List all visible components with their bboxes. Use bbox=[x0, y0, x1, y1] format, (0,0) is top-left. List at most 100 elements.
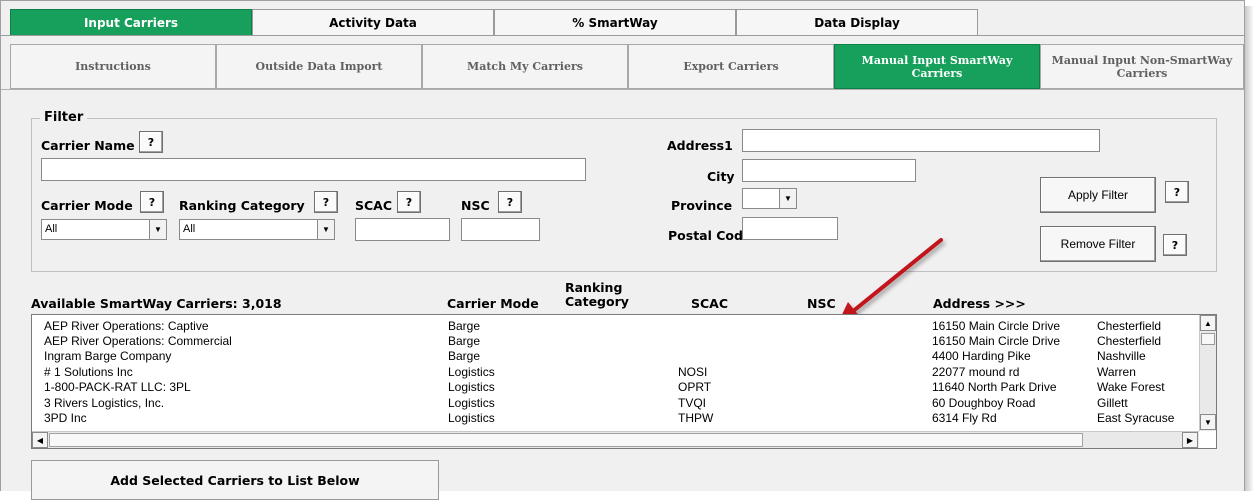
carrier-mode-value: All bbox=[45, 223, 58, 235]
carrier-address: 4400 Harding Pike bbox=[932, 349, 1031, 363]
carrier-name: 1-800-PACK-RAT LLC: 3PL bbox=[44, 380, 191, 394]
subtab-outside-data-import[interactable]: Outside Data Import bbox=[216, 44, 422, 89]
ranking-category-help-button[interactable]: ? bbox=[314, 191, 338, 213]
carrier-mode: Barge bbox=[448, 319, 481, 333]
column-header-ranking-category: Ranking Category bbox=[565, 280, 629, 309]
dropdown-arrow-icon[interactable]: ▼ bbox=[779, 189, 796, 208]
tab-input-carriers[interactable]: Input Carriers bbox=[10, 9, 252, 35]
address1-input[interactable] bbox=[742, 129, 1100, 152]
province-label: Province bbox=[671, 198, 733, 213]
available-carriers-count: Available SmartWay Carriers: 3,018 bbox=[31, 296, 282, 311]
carrier-city: Nashville bbox=[1097, 349, 1146, 363]
carrier-name: Ingram Barge Company bbox=[44, 349, 172, 363]
carrier-address: 22077 mound rd bbox=[932, 365, 1020, 379]
subtab-manual-input-non-smartway[interactable]: Manual Input Non-SmartWay Carriers bbox=[1040, 44, 1244, 89]
carrier-name: AEP River Operations: Captive bbox=[44, 319, 209, 333]
postal-code-label: Postal Code bbox=[668, 228, 752, 243]
address1-label: Address1 bbox=[667, 138, 733, 153]
list-item[interactable]: 1-800-PACK-RAT LLC: 3PL Logistics OPRT 1… bbox=[32, 380, 1182, 395]
nsc-help-button[interactable]: ? bbox=[498, 191, 522, 213]
nsc-label: NSC bbox=[461, 198, 490, 213]
carrier-mode-label: Carrier Mode bbox=[41, 198, 133, 213]
list-item[interactable]: # 1 Solutions Inc Logistics NOSI 22077 m… bbox=[32, 365, 1182, 380]
carrier-name-input[interactable] bbox=[41, 158, 586, 181]
dropdown-arrow-icon[interactable]: ▼ bbox=[149, 220, 166, 239]
apply-filter-button[interactable]: Apply Filter bbox=[1040, 177, 1156, 213]
ranking-category-select[interactable]: All ▼ bbox=[179, 219, 335, 240]
window-shadow bbox=[1245, 6, 1254, 491]
carrier-address: 16150 Main Circle Drive bbox=[932, 334, 1061, 348]
apply-filter-help-button[interactable]: ? bbox=[1165, 181, 1189, 203]
tab-activity-data[interactable]: Activity Data bbox=[252, 9, 494, 35]
carrier-city: Chesterfield bbox=[1097, 319, 1162, 333]
list-item[interactable]: 3PD Inc Logistics THPW 6314 Fly Rd East … bbox=[32, 411, 1182, 426]
carrier-address: 11640 North Park Drive bbox=[932, 380, 1057, 394]
carrier-mode: Logistics bbox=[448, 411, 495, 425]
carrier-mode: Logistics bbox=[448, 396, 495, 410]
subtab-instructions[interactable]: Instructions bbox=[10, 44, 216, 89]
carrier-name-help-button[interactable]: ? bbox=[139, 131, 163, 153]
scroll-down-icon[interactable]: ▼ bbox=[1200, 414, 1216, 430]
filter-title: Filter bbox=[40, 110, 88, 125]
subtab-match-my-carriers[interactable]: Match My Carriers bbox=[422, 44, 628, 89]
remove-filter-help-button[interactable]: ? bbox=[1163, 234, 1187, 256]
horizontal-scroll-thumb[interactable] bbox=[49, 433, 1083, 447]
city-input[interactable] bbox=[742, 159, 916, 182]
carrier-name: AEP River Operations: Commercial bbox=[44, 334, 232, 348]
horizontal-scrollbar[interactable]: ◀ ▶ bbox=[32, 431, 1199, 448]
dropdown-arrow-icon[interactable]: ▼ bbox=[317, 220, 334, 239]
nsc-input[interactable] bbox=[461, 218, 540, 241]
column-header-nsc: NSC bbox=[807, 296, 836, 311]
carrier-address: 60 Doughboy Road bbox=[932, 396, 1036, 410]
list-item[interactable]: 3 Rivers Logistics, Inc. Logistics TVQI … bbox=[32, 396, 1182, 411]
carrier-scac: NOSI bbox=[678, 365, 708, 379]
column-header-carrier-mode: Carrier Mode bbox=[447, 296, 539, 311]
subtab-export-carriers[interactable]: Export Carriers bbox=[628, 44, 834, 89]
scroll-right-icon[interactable]: ▶ bbox=[1182, 432, 1198, 448]
add-selected-carriers-button[interactable]: Add Selected Carriers to List Below bbox=[31, 460, 439, 500]
scac-label: SCAC bbox=[355, 198, 393, 213]
carrier-address: 6314 Fly Rd bbox=[932, 411, 997, 425]
vertical-scroll-thumb[interactable] bbox=[1201, 333, 1215, 345]
scroll-up-icon[interactable]: ▲ bbox=[1200, 315, 1216, 331]
carrier-city: Chesterfield bbox=[1097, 334, 1162, 348]
available-carriers-list[interactable]: AEP River Operations: Captive Barge 1615… bbox=[31, 314, 1217, 449]
vertical-scrollbar[interactable]: ▲ ▼ bbox=[1199, 315, 1216, 431]
province-select[interactable]: ▼ bbox=[742, 188, 797, 209]
list-item[interactable]: AEP River Operations: Commercial Barge 1… bbox=[32, 334, 1182, 349]
subtab-manual-input-smartway[interactable]: Manual Input SmartWay Carriers bbox=[834, 44, 1040, 89]
carrier-city: Gillett bbox=[1097, 396, 1128, 410]
carrier-mode-select[interactable]: All ▼ bbox=[41, 219, 167, 240]
list-item[interactable]: Ingram Barge Company Barge 4400 Harding … bbox=[32, 349, 1182, 364]
column-header-address: Address >>> bbox=[933, 296, 1026, 311]
scac-input[interactable] bbox=[355, 218, 450, 241]
carrier-mode: Logistics bbox=[448, 380, 495, 394]
carrier-name: 3PD Inc bbox=[44, 411, 87, 425]
scac-help-button[interactable]: ? bbox=[397, 191, 421, 213]
carrier-scac: TVQI bbox=[678, 396, 707, 410]
carrier-name: 3 Rivers Logistics, Inc. bbox=[44, 396, 165, 410]
carrier-address: 16150 Main Circle Drive bbox=[932, 319, 1061, 333]
column-header-scac: SCAC bbox=[691, 296, 729, 311]
carrier-city: East Syracuse bbox=[1097, 411, 1175, 425]
carrier-name-label: Carrier Name bbox=[41, 138, 135, 153]
tab-percent-smartway[interactable]: % SmartWay bbox=[494, 9, 736, 35]
carrier-mode: Barge bbox=[448, 349, 481, 363]
list-item[interactable]: AEP River Operations: Captive Barge 1615… bbox=[32, 319, 1182, 334]
carrier-name: # 1 Solutions Inc bbox=[44, 365, 133, 379]
ranking-category-label: Ranking Category bbox=[179, 198, 305, 213]
carrier-mode: Logistics bbox=[448, 365, 495, 379]
scroll-left-icon[interactable]: ◀ bbox=[32, 432, 48, 448]
carrier-scac: OPRT bbox=[678, 380, 712, 394]
carrier-city: Wake Forest bbox=[1097, 380, 1165, 394]
carrier-scac: THPW bbox=[678, 411, 714, 425]
carrier-mode: Barge bbox=[448, 334, 481, 348]
tab-data-display[interactable]: Data Display bbox=[736, 9, 978, 35]
carrier-city: Warren bbox=[1097, 365, 1136, 379]
remove-filter-button[interactable]: Remove Filter bbox=[1040, 226, 1156, 262]
city-label: City bbox=[707, 169, 735, 184]
tab-strip bbox=[1, 35, 1244, 44]
subtab-divider bbox=[1, 89, 1244, 90]
carrier-mode-help-button[interactable]: ? bbox=[140, 191, 164, 213]
ranking-category-value: All bbox=[183, 223, 196, 235]
